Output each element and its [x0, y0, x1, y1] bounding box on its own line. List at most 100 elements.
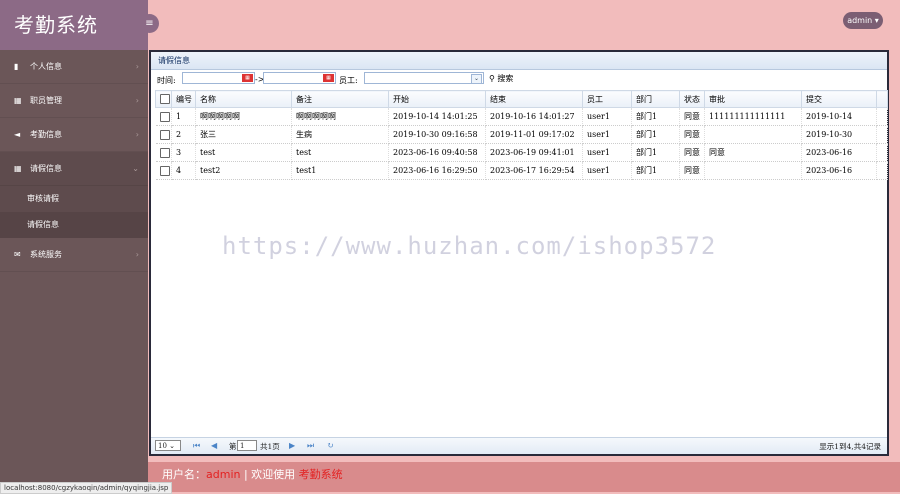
table-header-row: 编号 名称 备注 开始 结束 员工 部门 状态 审批 提交: [155, 90, 888, 108]
cell-end: 2019-10-16 14:01:27: [485, 107, 583, 126]
cell-employee: user1: [582, 161, 632, 180]
footer-system-name: 考勤系统: [298, 468, 343, 481]
row-checkbox[interactable]: [155, 125, 172, 144]
sidebar-item-leave-info[interactable]: ▦ 请假信息 ⌄: [0, 152, 148, 186]
cell-submitted: 2023-06-16: [801, 161, 877, 180]
cell-approval: [704, 161, 802, 180]
checkbox-icon[interactable]: [159, 129, 170, 140]
cell-note: test1: [291, 161, 389, 180]
submenu-item-leave-info[interactable]: 请假信息: [0, 212, 148, 238]
cell-name: test: [195, 143, 292, 162]
panel-title: 请假信息: [151, 52, 887, 70]
column-header[interactable]: 部门: [631, 90, 680, 108]
cell-department: 部门1: [631, 143, 680, 162]
cell-employee: user1: [582, 125, 632, 144]
row-checkbox[interactable]: [155, 143, 172, 162]
checkbox-icon[interactable]: [159, 111, 170, 122]
checkbox-icon[interactable]: [159, 165, 170, 176]
search-button[interactable]: ⚲ 搜索: [489, 73, 513, 84]
next-page-icon[interactable]: ▶: [289, 441, 295, 450]
admin-dropdown-button[interactable]: admin ▾: [843, 12, 883, 29]
footer-user-prefix: 用户名：: [162, 468, 206, 481]
footer-middle: | 欢迎使用: [240, 468, 299, 481]
cell-department: 部门1: [631, 125, 680, 144]
envelope-icon: ✉: [14, 250, 21, 259]
employee-label: 员工:: [339, 76, 358, 85]
cell-end: 2019-11-01 09:17:02: [485, 125, 583, 144]
cell-note: 啊啊啊啊啊: [291, 107, 389, 126]
cell-spacer: [876, 161, 888, 180]
table-row[interactable]: 4 test2 test1 2023-06-16 16:29:50 2023-0…: [155, 161, 888, 180]
sidebar-item-label: 职员管理: [30, 96, 62, 105]
cell-spacer: [876, 107, 888, 126]
column-header[interactable]: 状态: [679, 90, 705, 108]
sidebar-item-staff-management[interactable]: ▦ 职员管理 ›: [0, 84, 148, 118]
cell-id: 1: [171, 107, 196, 126]
cell-spacer: [876, 143, 888, 162]
grid-icon: ▦: [14, 164, 22, 173]
cell-status: 同意: [679, 107, 705, 126]
table-row[interactable]: 1 啊啊啊啊啊 啊啊啊啊啊 2019-10-14 14:01:25 2019-1…: [155, 107, 888, 126]
cell-start: 2019-10-30 09:16:58: [388, 125, 486, 144]
cell-submitted: 2023-06-16: [801, 143, 877, 162]
cell-status: 同意: [679, 125, 705, 144]
cell-approval: 同意: [704, 143, 802, 162]
prev-page-icon[interactable]: ◀: [211, 441, 217, 450]
record-summary: 显示1到4,共4记录: [819, 442, 881, 451]
sidebar-item-attendance-info[interactable]: ◄ 考勤信息 ›: [0, 118, 148, 152]
submenu-item-review-leave[interactable]: 审核请假: [0, 186, 148, 212]
row-checkbox[interactable]: [155, 107, 172, 126]
start-date-input[interactable]: ▦: [182, 72, 255, 84]
page-size-select[interactable]: 10 ⌄: [155, 440, 181, 451]
sidebar-item-system-service[interactable]: ✉ 系统服务 ›: [0, 238, 148, 272]
cell-id: 3: [171, 143, 196, 162]
table-row[interactable]: 2 张三 生病 2019-10-30 09:16:58 2019-11-01 0…: [155, 125, 888, 144]
select-all-checkbox[interactable]: [155, 90, 172, 108]
row-checkbox[interactable]: [155, 161, 172, 180]
column-header[interactable]: 审批: [704, 90, 802, 108]
cell-department: 部门1: [631, 161, 680, 180]
column-header[interactable]: 提交: [801, 90, 877, 108]
page-number-input[interactable]: 1: [237, 440, 257, 451]
footer: 用户名：admin | 欢迎使用 考勤系统: [148, 462, 900, 492]
footer-username: admin: [206, 468, 241, 481]
page-size-value: 10: [158, 442, 167, 450]
cell-start: 2023-06-16 16:29:50: [388, 161, 486, 180]
employee-select[interactable]: ⌄: [364, 72, 484, 84]
watermark: https://www.huzhan.com/ishop3572: [222, 232, 717, 260]
last-page-icon[interactable]: ⏭: [307, 441, 314, 451]
calendar-icon[interactable]: ▦: [242, 74, 253, 82]
column-header[interactable]: 开始: [388, 90, 486, 108]
calendar-icon[interactable]: ▦: [323, 74, 334, 82]
refresh-icon[interactable]: ↻: [327, 441, 334, 450]
column-header[interactable]: 编号: [171, 90, 196, 108]
column-header[interactable]: 结束: [485, 90, 583, 108]
cell-id: 4: [171, 161, 196, 180]
megaphone-icon: ◄: [14, 130, 21, 139]
menu-toggle-button[interactable]: ≡: [140, 14, 159, 33]
sidebar-item-personal-info[interactable]: ▮ 个人信息 ›: [0, 50, 148, 84]
cell-department: 部门1: [631, 107, 680, 126]
column-header[interactable]: 备注: [291, 90, 389, 108]
sidebar-item-label: 系统服务: [30, 250, 62, 259]
page-label: 第: [229, 442, 237, 451]
cell-approval: [704, 125, 802, 144]
total-pages-label: 共1页: [260, 442, 280, 451]
cell-id: 2: [171, 125, 196, 144]
chevron-right-icon: ›: [135, 96, 139, 105]
table-row[interactable]: 3 test test 2023-06-16 09:40:58 2023-06-…: [155, 143, 888, 162]
sidebar-item-label: 个人信息: [30, 62, 62, 71]
filter-toolbar: 时间: ▦ -> ▦ 员工: ⌄ ⚲ 搜索: [151, 70, 887, 89]
column-header[interactable]: 名称: [195, 90, 292, 108]
column-header[interactable]: 员工: [582, 90, 632, 108]
cell-end: 2023-06-17 16:29:54: [485, 161, 583, 180]
sidebar-menu-lower: ✉ 系统服务 ›: [0, 238, 148, 272]
checkbox-icon[interactable]: [159, 147, 170, 158]
leave-table: 编号 名称 备注 开始 结束 员工 部门 状态 审批 提交 1 啊啊啊啊啊 啊啊…: [155, 90, 888, 180]
chevron-down-icon: ⌄: [132, 164, 139, 173]
checkbox-icon[interactable]: [160, 94, 170, 104]
chevron-right-icon: ›: [135, 130, 139, 139]
first-page-icon[interactable]: ⏮: [193, 441, 200, 451]
end-date-input[interactable]: ▦: [263, 72, 336, 84]
chevron-right-icon: ›: [135, 62, 139, 71]
